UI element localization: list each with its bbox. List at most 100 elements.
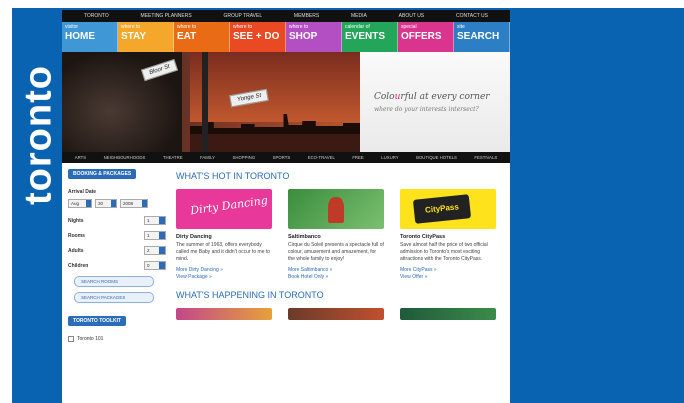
nav-tile-stay-label: stay [121, 31, 147, 42]
rooms-select[interactable]: 1 [144, 231, 166, 240]
top-nav-about-us[interactable]: about us [399, 13, 424, 19]
sign-pole [202, 52, 208, 152]
interest-free[interactable]: free [352, 155, 363, 160]
whats-happening-thumbs [176, 308, 506, 321]
card-link-more[interactable]: More CityPass » [400, 267, 496, 273]
main-content: What's hot in Toronto Dirty Dancing Dirt… [172, 163, 510, 348]
arrival-year-select[interactable]: 2008 [120, 199, 148, 208]
adults-label: Adults [68, 247, 84, 254]
whats-happening-title: What's happening in Toronto [176, 290, 324, 301]
arrival-day-select[interactable]: 30 [95, 199, 117, 208]
interest-boutique-hotels[interactable]: boutique hotels [416, 155, 457, 160]
nav-tile-search[interactable]: site search [454, 22, 510, 52]
nights-value: 1 [147, 218, 150, 223]
nav-tile-offers-label: offers [401, 31, 442, 42]
nav-tile-home-label: home [65, 31, 95, 42]
happening-thumb-1[interactable] [176, 308, 272, 321]
top-utility-nav: toronto meeting planners group travel me… [62, 10, 510, 22]
arrival-date-selects: Aug 30 2008 [68, 199, 166, 208]
nights-row: Nights 1 [68, 216, 166, 225]
interest-sports[interactable]: sports [273, 155, 291, 160]
card-saltimbanco: Saltimbanco Cirque du Soleil presents a … [288, 189, 384, 280]
interest-shopping[interactable]: shopping [232, 155, 255, 160]
top-nav-members[interactable]: members [294, 13, 319, 19]
top-nav-media[interactable]: media [351, 13, 367, 19]
rooms-value: 1 [147, 233, 150, 238]
interest-theatre[interactable]: theatre [163, 155, 183, 160]
arrival-month-select[interactable]: Aug [68, 199, 92, 208]
booking-packages-button[interactable]: booking & packages [68, 169, 137, 179]
search-packages-button[interactable]: search packages [74, 292, 154, 303]
children-value: 0 [147, 263, 150, 268]
interest-festivals[interactable]: festivals [474, 155, 497, 160]
card-link-package[interactable]: View Package » [176, 274, 272, 280]
dirty-dancing-logo-text: Dirty Dancing [189, 193, 269, 218]
nav-tile-search-label: search [457, 31, 500, 42]
chevron-down-icon [86, 200, 91, 207]
card-link-offer[interactable]: View Offer » [400, 274, 496, 280]
chevron-down-icon [159, 262, 165, 269]
main-nav: visitor home where to stay where to eat … [62, 22, 510, 52]
card-title: Saltimbanco [288, 234, 321, 240]
nav-tile-offers[interactable]: special offers [398, 22, 454, 52]
interest-nav: arts neighbourhoods theatre family shopp… [62, 152, 510, 163]
interest-neighbourhoods[interactable]: neighbourhoods [104, 155, 146, 160]
nav-tile-shop[interactable]: where to shop [286, 22, 342, 52]
nav-tile-eat-label: eat [177, 31, 197, 42]
hero-photo: Bloor St Yonge St [62, 52, 360, 152]
saltimbanco-image[interactable] [288, 189, 384, 229]
hero-tagline: Colourful at every corner [374, 92, 510, 102]
nav-tile-stay[interactable]: where to stay [118, 22, 174, 52]
search-rooms-button[interactable]: search rooms [74, 276, 154, 287]
window-frame-left [0, 0, 12, 403]
card-link-hotel[interactable]: Book Hotel Only » [288, 274, 384, 280]
nav-tile-events[interactable]: calendar of events [342, 22, 398, 52]
card-citypass: CityPass Toronto CityPass Save almost ha… [400, 189, 496, 280]
top-nav-contact-us[interactable]: contact us [456, 13, 488, 19]
nights-label: Nights [68, 217, 84, 224]
site-content: toronto meeting planners group travel me… [62, 10, 510, 403]
card-link-more[interactable]: More Saltimbanco » [288, 267, 384, 273]
citypass-image[interactable]: CityPass [400, 189, 496, 229]
children-select[interactable]: 0 [144, 261, 166, 270]
top-nav-meeting-planners[interactable]: meeting planners [141, 13, 192, 19]
top-nav-toronto[interactable]: toronto [84, 13, 109, 19]
dirty-dancing-image[interactable]: Dirty Dancing [176, 189, 272, 229]
nav-tile-shop-sub: where to [289, 24, 309, 30]
card-description: Save almost half the price of two offici… [400, 242, 488, 262]
toolkit-item[interactable]: Toronto 101 [68, 336, 166, 342]
nav-tile-see-do[interactable]: where to see + do [230, 22, 286, 52]
nav-tile-see-do-label: see + do [233, 31, 280, 42]
nav-tile-eat[interactable]: where to eat [174, 22, 230, 52]
rooms-row: Rooms 1 [68, 231, 166, 240]
happening-thumb-2[interactable] [288, 308, 384, 321]
hero-sky [190, 52, 360, 122]
toronto-toolkit-button[interactable]: toronto toolkit [68, 316, 127, 326]
interest-eco-travel[interactable]: eco-travel [308, 155, 335, 160]
rooms-label: Rooms [68, 232, 85, 239]
children-row: Children 0 [68, 261, 166, 270]
chevron-down-icon [159, 247, 165, 254]
chevron-down-icon [159, 217, 165, 224]
card-link-more[interactable]: More Dirty Dancing » [176, 267, 272, 273]
whats-hot-title: What's hot in Toronto [176, 171, 290, 181]
hero-tagline-panel: Colourful at every corner where do your … [360, 52, 510, 152]
top-nav-group-travel[interactable]: group travel [223, 13, 262, 19]
adults-select[interactable]: 2 [144, 246, 166, 255]
happening-thumb-3[interactable] [400, 308, 496, 321]
nav-tile-home-sub: visitor [65, 24, 79, 30]
citypass-ticket-graphic: CityPass [412, 194, 472, 224]
nav-tile-home[interactable]: visitor home [62, 22, 118, 52]
toronto-logo[interactable]: toronto [16, 30, 62, 240]
nights-select[interactable]: 1 [144, 216, 166, 225]
nav-tile-offers-sub: special [401, 24, 417, 30]
content-body: booking & packages Arrival Date Aug 30 2… [62, 163, 510, 348]
interest-arts[interactable]: arts [75, 155, 86, 160]
nav-tile-search-sub: site [457, 24, 465, 30]
nav-tile-eat-sub: where to [177, 24, 197, 30]
whats-hot-cards: Dirty Dancing Dirty Dancing The summer o… [176, 189, 506, 280]
logo-text: toronto [17, 65, 60, 205]
hero-banner[interactable]: Bloor St Yonge St Colourful at every cor… [62, 52, 510, 152]
interest-family[interactable]: family [200, 155, 215, 160]
interest-luxury[interactable]: luxury [381, 155, 398, 160]
